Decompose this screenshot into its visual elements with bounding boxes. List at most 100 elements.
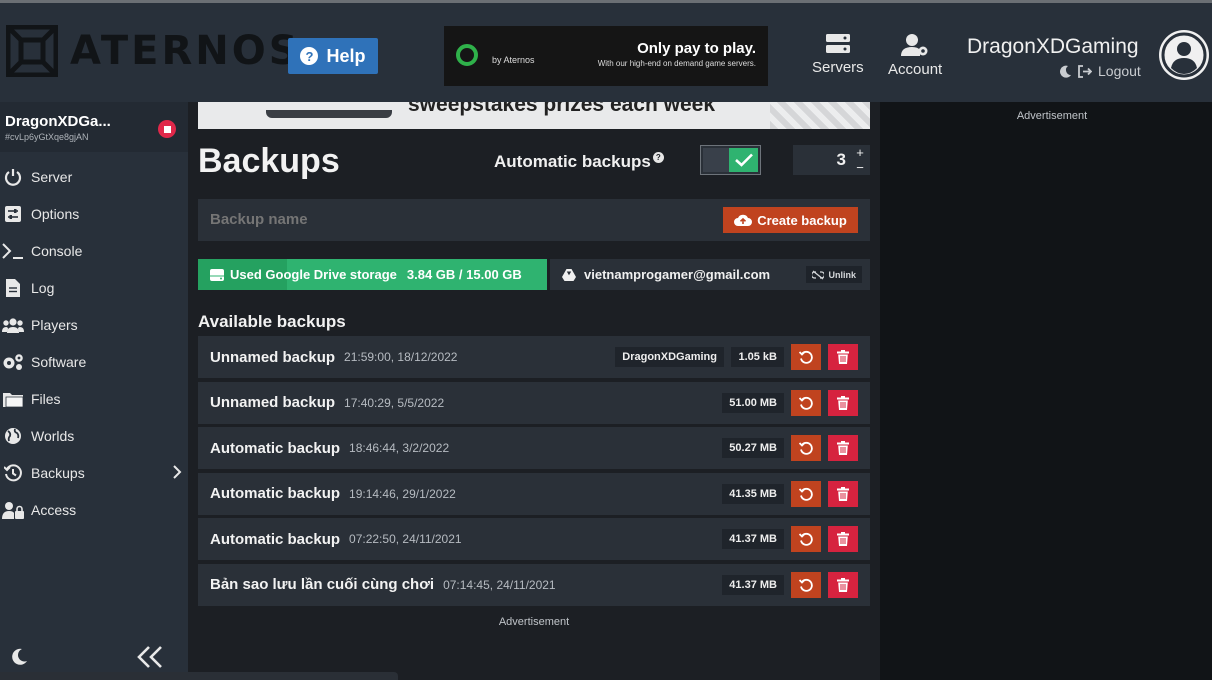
restore-backup-button[interactable] [791,389,821,416]
sidebar-item-players[interactable]: Players [0,306,188,343]
backup-date: 19:14:46, 29/1/2022 [349,486,456,501]
advertisement-label-right: Advertisement [1016,110,1088,122]
trash-icon [837,577,849,592]
folder-icon [2,389,24,409]
sidebar-item-access[interactable]: Access [0,491,188,528]
chevron-right-icon [173,465,182,479]
right-ad-column: Advertisement [880,102,1212,680]
advertisement-label: Advertisement [498,616,570,628]
sidebar-item-server[interactable]: Server [0,158,188,195]
restore-icon [799,532,813,546]
moon-icon[interactable] [1060,65,1072,78]
restore-icon [799,396,813,410]
sidebar-item-label: Options [31,205,80,222]
delete-backup-button[interactable] [828,389,858,416]
backup-row: Automatic backup 18:46:44, 3/2/2022 50.2… [198,427,870,469]
create-backup-button[interactable]: Create backup [723,207,858,233]
help-label: Help [326,45,366,66]
cloud-upload-icon [734,214,753,226]
sidebar-item-label: Console [31,242,83,259]
collapse-sidebar-icon[interactable] [137,646,163,668]
aternos-logo[interactable]: ATERNOS [6,25,301,77]
restore-backup-button[interactable] [791,571,821,598]
sidebar-item-worlds[interactable]: Worlds [0,417,188,454]
restore-icon [799,441,813,455]
restore-backup-button[interactable] [791,435,821,461]
backup-size-badge: 51.00 MB [722,392,784,413]
file-icon [2,278,24,298]
restore-backup-button[interactable] [791,526,821,552]
header-advertisement[interactable]: by Aternos Only pay to play. With our hi… [444,26,768,86]
automatic-backups-toggle[interactable] [700,145,761,175]
backup-limit-stepper[interactable]: 3 + − [793,145,870,175]
sidebar-item-software[interactable]: Software [0,343,188,380]
globe-icon [2,426,24,446]
nav-account[interactable]: Account [888,33,942,78]
restore-backup-button[interactable] [791,344,821,370]
backup-row: Unnamed backup 17:40:29, 5/5/2022 51.00 … [198,381,870,424]
backup-row: Unnamed backup 21:59:00, 18/12/2022 Drag… [198,336,870,378]
delete-backup-button[interactable] [828,344,858,370]
trash-icon [837,441,849,455]
backup-row: Automatic backup 19:14:46, 29/1/2022 41.… [198,472,870,515]
backup-date: 21:59:00, 18/12/2022 [344,350,458,364]
trash-icon [837,532,849,546]
logout-link[interactable]: Logout [1060,63,1141,79]
backup-date: 17:40:29, 5/5/2022 [344,395,445,410]
create-backup-label: Create backup [757,212,847,228]
drive-storage-usage: 3.84 GB / 15.00 GB [406,267,522,282]
unlink-icon [812,269,825,280]
backup-limit-value: 3 [836,150,846,169]
ad-subtext: With our high-end on demand game servers… [597,59,756,68]
restore-icon [799,487,813,501]
sidebar-item-backups[interactable]: Backups [0,454,188,491]
question-icon: ? [300,47,319,65]
top-header: ATERNOS ? Help by Aternos Only pay to pl… [0,0,1212,102]
linked-email: vietnamprogamer@gmail.com [584,267,771,282]
trash-icon [837,395,849,410]
logout-label: Logout [1098,63,1141,79]
server-id: #cvLp6yGtXqe8gjAN [5,132,89,142]
sidebar-item-files[interactable]: Files [0,380,188,417]
backup-name: Unnamed backup [210,394,336,411]
restore-icon [799,578,813,592]
google-drive-icon [562,268,576,281]
backup-name-input[interactable] [210,211,700,228]
toggle-knob [703,148,729,172]
gear-badge-icon [456,44,478,66]
dark-mode-moon-icon[interactable] [12,648,28,665]
backup-size-badge: 1.05 kB [731,347,784,367]
automatic-backups-text: Automatic backups [494,152,651,171]
delete-backup-button[interactable] [828,480,858,507]
backup-list: Unnamed backup 21:59:00, 18/12/2022 Drag… [198,336,870,609]
status-strip [0,672,398,680]
help-tooltip-icon[interactable]: ? [652,152,664,163]
avatar[interactable] [1159,30,1209,80]
backup-size-badge: 41.37 MB [722,529,784,549]
restore-backup-button[interactable] [791,480,821,507]
sidebar-item-options[interactable]: Options [0,195,188,232]
trash-icon [837,350,849,364]
sidebar-item-label: Log [31,279,55,296]
user-lock-icon [2,500,24,520]
nav-account-label: Account [888,61,943,78]
nav-servers[interactable]: Servers [812,33,864,76]
sidebar-item-console[interactable]: Console [0,232,188,269]
sidebar-item-log[interactable]: Log [0,269,188,306]
backup-name-row: Create backup [198,199,870,241]
page-title: Backups [198,142,340,180]
top-advertisement-strip[interactable]: sweepstakes prizes each week [198,102,870,129]
delete-backup-button[interactable] [828,571,858,598]
increment-button[interactable]: + [853,145,867,160]
decrement-button[interactable]: − [853,160,867,175]
user-gear-icon [901,34,928,56]
automatic-backups-label: Automatic backups? [494,152,664,172]
help-button[interactable]: ? Help [288,38,378,74]
main-content: sweepstakes prizes each week Backups Aut… [188,102,880,680]
restore-icon [799,350,813,364]
unlink-button[interactable]: Unlink [806,266,862,283]
delete-backup-button[interactable] [828,435,858,461]
delete-backup-button[interactable] [828,526,858,552]
aternos-logo-icon [6,25,58,77]
power-icon [2,167,24,187]
